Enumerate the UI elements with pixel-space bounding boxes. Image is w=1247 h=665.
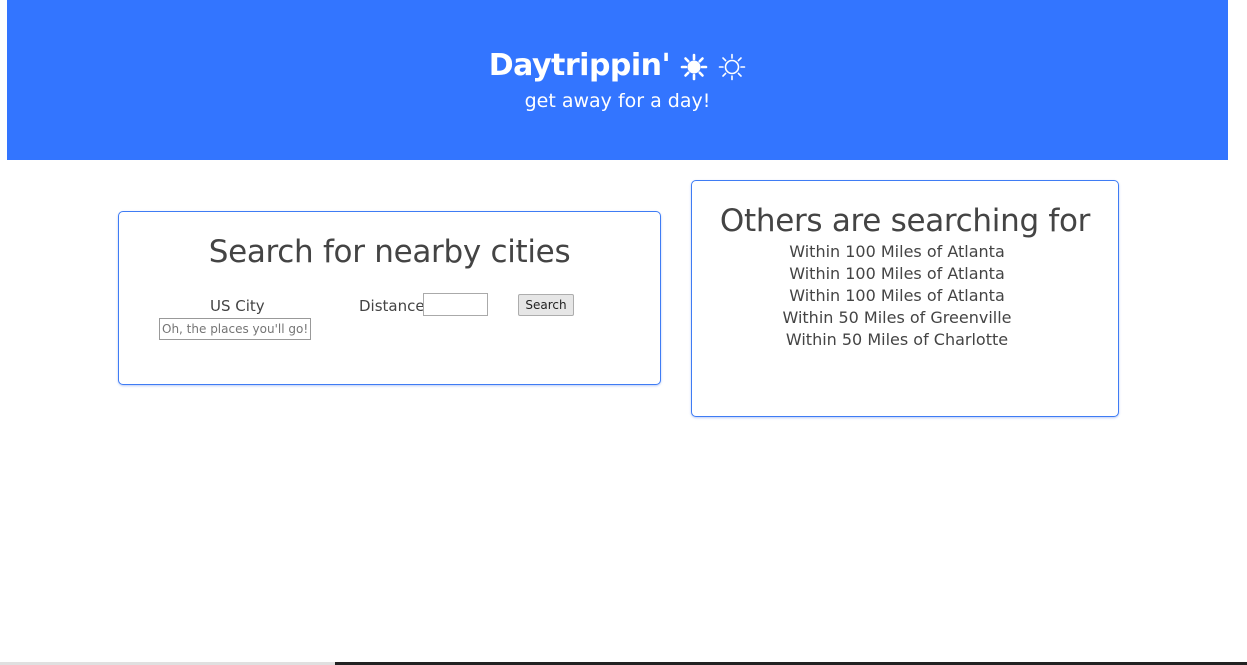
header-banner: Daytrippin' get away for a day! [7,0,1228,160]
recent-search-item[interactable]: Within 100 Miles of Atlanta [692,285,1102,307]
city-input[interactable] [159,318,311,340]
recent-searches-list: Within 100 Miles of Atlanta Within 100 M… [692,241,1102,351]
search-card-title: Search for nearby cities [208,234,571,270]
search-card: Search for nearby cities US City Distanc… [118,211,661,385]
recent-search-item[interactable]: Within 100 Miles of Atlanta [692,241,1102,263]
sun-outline-icon [718,52,746,81]
app-subtitle: get away for a day! [524,90,711,112]
recent-search-item[interactable]: Within 50 Miles of Greenville [692,307,1102,329]
search-button[interactable]: Search [518,294,574,316]
sun-filled-icon [680,52,708,81]
distance-label: Distance [359,297,425,315]
recent-search-item[interactable]: Within 50 Miles of Charlotte [692,329,1102,351]
city-label: US City [210,297,265,315]
others-searching-card: Others are searching for Within 100 Mile… [691,180,1119,417]
others-card-title: Others are searching for [719,203,1091,239]
app-title: Daytrippin' [488,48,671,83]
distance-input[interactable] [423,293,488,316]
recent-search-item[interactable]: Within 100 Miles of Atlanta [692,263,1102,285]
app-title-row: Daytrippin' [7,46,1228,86]
